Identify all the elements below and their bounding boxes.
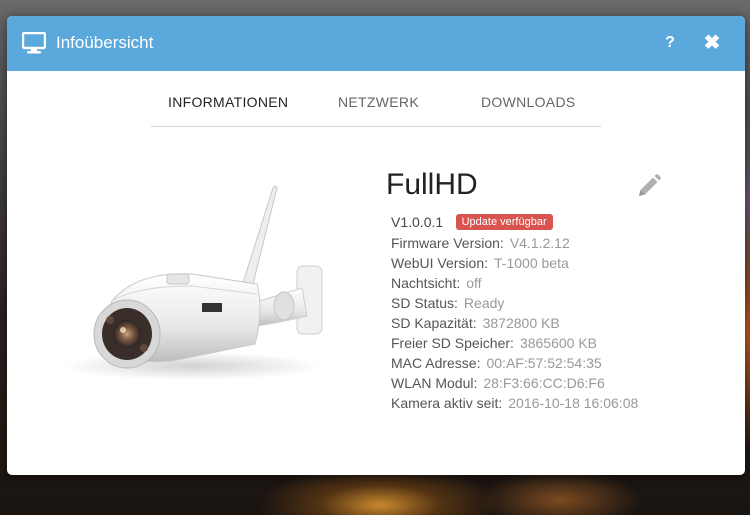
info-value: Ready [463, 295, 505, 311]
monitor-icon [22, 32, 46, 54]
tab-informationen[interactable]: INFORMATIONEN [168, 94, 288, 110]
info-firmware: Firmware Version: V4.1.2.12 [391, 233, 638, 253]
info-value: 3865600 KB [519, 335, 598, 351]
dialog-title: Infoübersicht [56, 33, 154, 52]
tab-netzwerk[interactable]: NETZWERK [338, 94, 419, 110]
info-label: Freier SD Speicher: [391, 335, 514, 351]
info-value: 28:F3:66:CC:D6:F6 [483, 375, 605, 391]
info-webui: WebUI Version: T-1000 beta [391, 253, 638, 273]
info-label: Kamera aktiv seit: [391, 395, 503, 411]
info-value: off [466, 275, 482, 291]
info-label: SD Kapazität: [391, 315, 477, 331]
device-name: FullHD [386, 168, 478, 201]
info-value: V4.1.2.12 [509, 235, 570, 251]
info-label: MAC Adresse: [391, 355, 481, 371]
version-number: V1.0.0.1 [391, 213, 444, 230]
info-label: WebUI Version: [391, 255, 489, 271]
info-wlan: WLAN Modul: 28:F3:66:CC:D6:F6 [391, 373, 638, 393]
info-value: 00:AF:57:52:54:35 [486, 355, 602, 371]
update-badge[interactable]: Update verfügbar [455, 213, 553, 230]
info-label: Nachtsicht: [391, 275, 461, 291]
info-label: SD Status: [391, 295, 458, 311]
info-mac: MAC Adresse: 00:AF:57:52:54:35 [391, 353, 638, 373]
info-label: WLAN Modul: [391, 375, 478, 391]
info-list: Firmware Version: V4.1.2.12 WebUI Version… [391, 233, 638, 413]
info-dialog: Infoübersicht ? ✖ INFORMATIONEN NETZWERK… [7, 16, 745, 475]
info-nachtsicht: Nachtsicht: off [391, 273, 638, 293]
help-button[interactable]: ? [661, 31, 679, 55]
info-value: 3872800 KB [482, 315, 560, 331]
pencil-icon[interactable] [634, 173, 662, 201]
info-label: Firmware Version: [391, 235, 504, 251]
tab-bar: INFORMATIONEN NETZWERK DOWNLOADS [151, 86, 601, 127]
info-aktiv-seit: Kamera aktiv seit: 2016-10-18 16:06:08 [391, 393, 638, 413]
info-sd-frei: Freier SD Speicher: 3865600 KB [391, 333, 638, 353]
info-sd-status: SD Status: Ready [391, 293, 638, 313]
close-button[interactable]: ✖ [701, 31, 723, 55]
dialog-titlebar: Infoübersicht ? ✖ [7, 16, 745, 71]
info-value: T-1000 beta [494, 255, 569, 271]
version-row: V1.0.0.1 Update verfügbar [391, 213, 553, 231]
tab-downloads[interactable]: DOWNLOADS [481, 94, 576, 110]
info-sd-kapazitaet: SD Kapazität: 3872800 KB [391, 313, 638, 333]
camera-image [62, 185, 323, 380]
info-value: 2016-10-18 16:06:08 [508, 395, 639, 411]
